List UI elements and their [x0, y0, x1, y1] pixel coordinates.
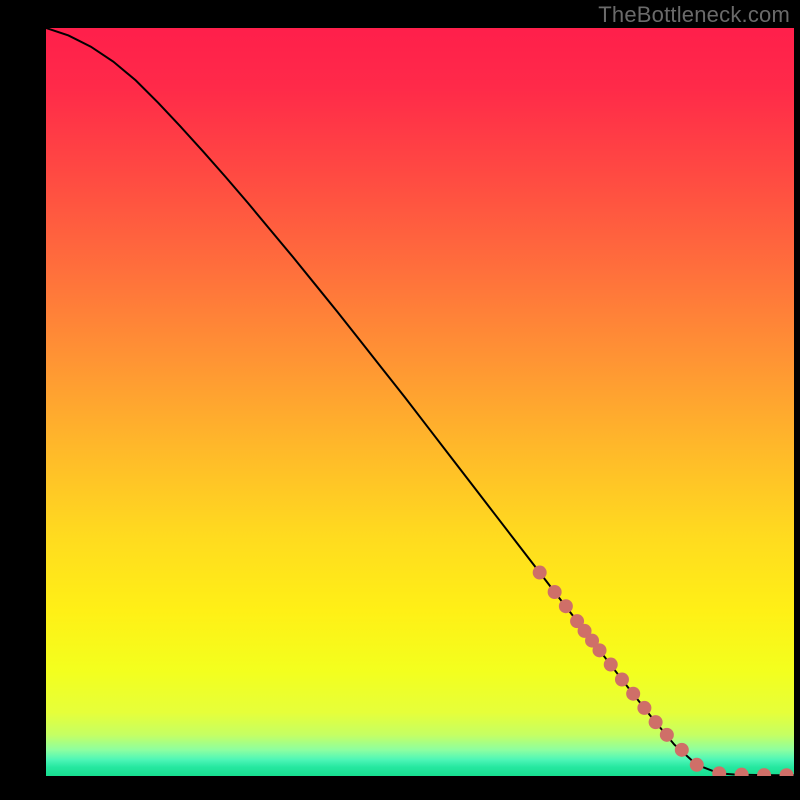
data-marker	[559, 599, 573, 613]
source-attribution: TheBottleneck.com	[598, 2, 790, 28]
data-marker	[626, 687, 640, 701]
data-marker	[690, 758, 704, 772]
data-marker	[660, 728, 674, 742]
chart-stage: TheBottleneck.com	[0, 0, 800, 800]
data-marker	[533, 566, 547, 580]
chart-svg	[46, 28, 794, 776]
data-marker	[548, 585, 562, 599]
data-marker	[637, 701, 651, 715]
data-marker	[593, 643, 607, 657]
data-marker	[649, 715, 663, 729]
gradient-background	[46, 28, 794, 776]
data-marker	[604, 658, 618, 672]
data-marker	[675, 743, 689, 757]
data-marker	[615, 673, 629, 687]
plot-area	[46, 28, 794, 776]
